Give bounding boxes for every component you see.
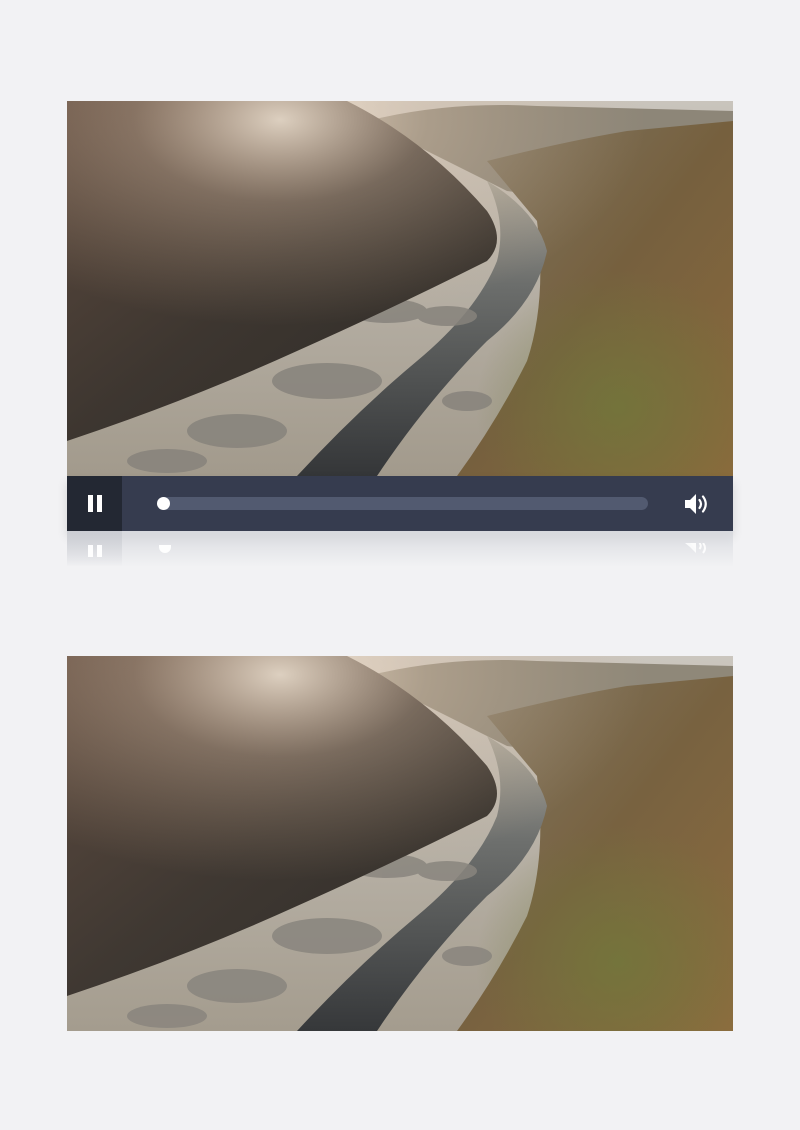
video-control-bar (67, 476, 733, 531)
volume-button[interactable] (683, 491, 711, 517)
reflection-knob (159, 545, 171, 553)
pause-icon-bar-2 (96, 495, 102, 512)
pause-icon (87, 495, 93, 512)
video-preview-image (67, 656, 733, 1031)
progress-knob[interactable] (157, 497, 170, 510)
video-frame-image (67, 101, 733, 476)
control-bar-reflection (67, 531, 733, 567)
volume-icon (685, 494, 707, 514)
reflection-pause-icon (86, 544, 104, 562)
progress-bar[interactable] (157, 497, 648, 510)
reflection-volume-icon (685, 543, 706, 554)
video-frame-main[interactable] (67, 101, 733, 476)
pause-button[interactable] (67, 476, 122, 531)
reflection-play-area (67, 531, 122, 567)
page (0, 0, 800, 1130)
video-frame-preview (67, 656, 733, 1031)
